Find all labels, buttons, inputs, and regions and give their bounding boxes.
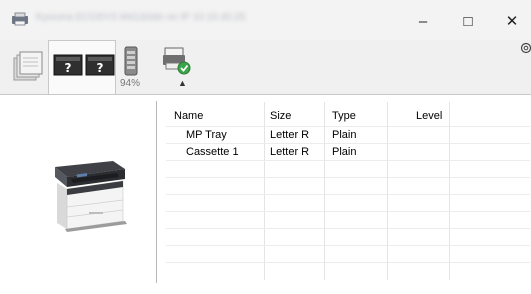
maximize-button[interactable]: □ bbox=[448, 8, 488, 34]
paper-stack-icon[interactable] bbox=[10, 48, 46, 84]
paper-list: Name Size Type Level MP Tray Letter R Pl… bbox=[166, 102, 530, 282]
row-size[interactable]: Letter R bbox=[270, 129, 309, 141]
column-header-level[interactable]: Level bbox=[416, 110, 442, 122]
column-separator bbox=[264, 102, 265, 280]
collapse-toggle[interactable]: ▲ bbox=[178, 78, 187, 88]
column-header-size[interactable]: Size bbox=[270, 110, 291, 122]
gear-icon[interactable] bbox=[517, 40, 531, 56]
empty-row-line bbox=[166, 211, 530, 212]
row-separator bbox=[166, 160, 530, 161]
printer-pane bbox=[9, 95, 155, 285]
printer-image bbox=[55, 161, 127, 232]
minimize-button[interactable]: – bbox=[403, 8, 443, 34]
svg-text:?: ? bbox=[65, 61, 72, 75]
pane-divider[interactable] bbox=[156, 101, 157, 283]
toner-icon[interactable] bbox=[122, 45, 140, 77]
empty-row-line bbox=[166, 177, 530, 178]
help-icon-2[interactable]: ? bbox=[85, 54, 115, 78]
svg-text:?: ? bbox=[97, 61, 104, 75]
empty-row-line bbox=[166, 228, 530, 229]
row-type[interactable]: Plain bbox=[332, 146, 356, 158]
column-header-type[interactable]: Type bbox=[332, 110, 356, 122]
printer-app-icon bbox=[12, 12, 28, 26]
row-type[interactable]: Plain bbox=[332, 129, 356, 141]
column-separator bbox=[449, 102, 450, 280]
column-separator bbox=[324, 102, 325, 280]
empty-row-line bbox=[166, 245, 530, 246]
title-bar: Kyocera ECOSYS M4132idn on IP 10.10.40.2… bbox=[0, 0, 531, 40]
window-title: Kyocera ECOSYS M4132idn on IP 10.10.40.2… bbox=[36, 12, 246, 23]
column-header-name[interactable]: Name bbox=[174, 110, 203, 122]
row-separator bbox=[166, 143, 530, 144]
toner-percent: 94% bbox=[120, 78, 141, 89]
row-name[interactable]: Cassette 1 bbox=[186, 146, 239, 158]
header-separator bbox=[166, 126, 530, 127]
empty-row-line bbox=[166, 262, 530, 263]
row-name[interactable]: MP Tray bbox=[186, 129, 227, 141]
column-separator bbox=[387, 102, 388, 280]
content-area: Name Size Type Level MP Tray Letter R Pl… bbox=[0, 95, 531, 294]
empty-row-line bbox=[166, 194, 530, 195]
printer-ok-icon[interactable] bbox=[162, 46, 192, 76]
close-button[interactable]: ✕ bbox=[492, 8, 531, 34]
help-icon-1[interactable]: ? bbox=[53, 54, 83, 78]
row-size[interactable]: Letter R bbox=[270, 146, 309, 158]
